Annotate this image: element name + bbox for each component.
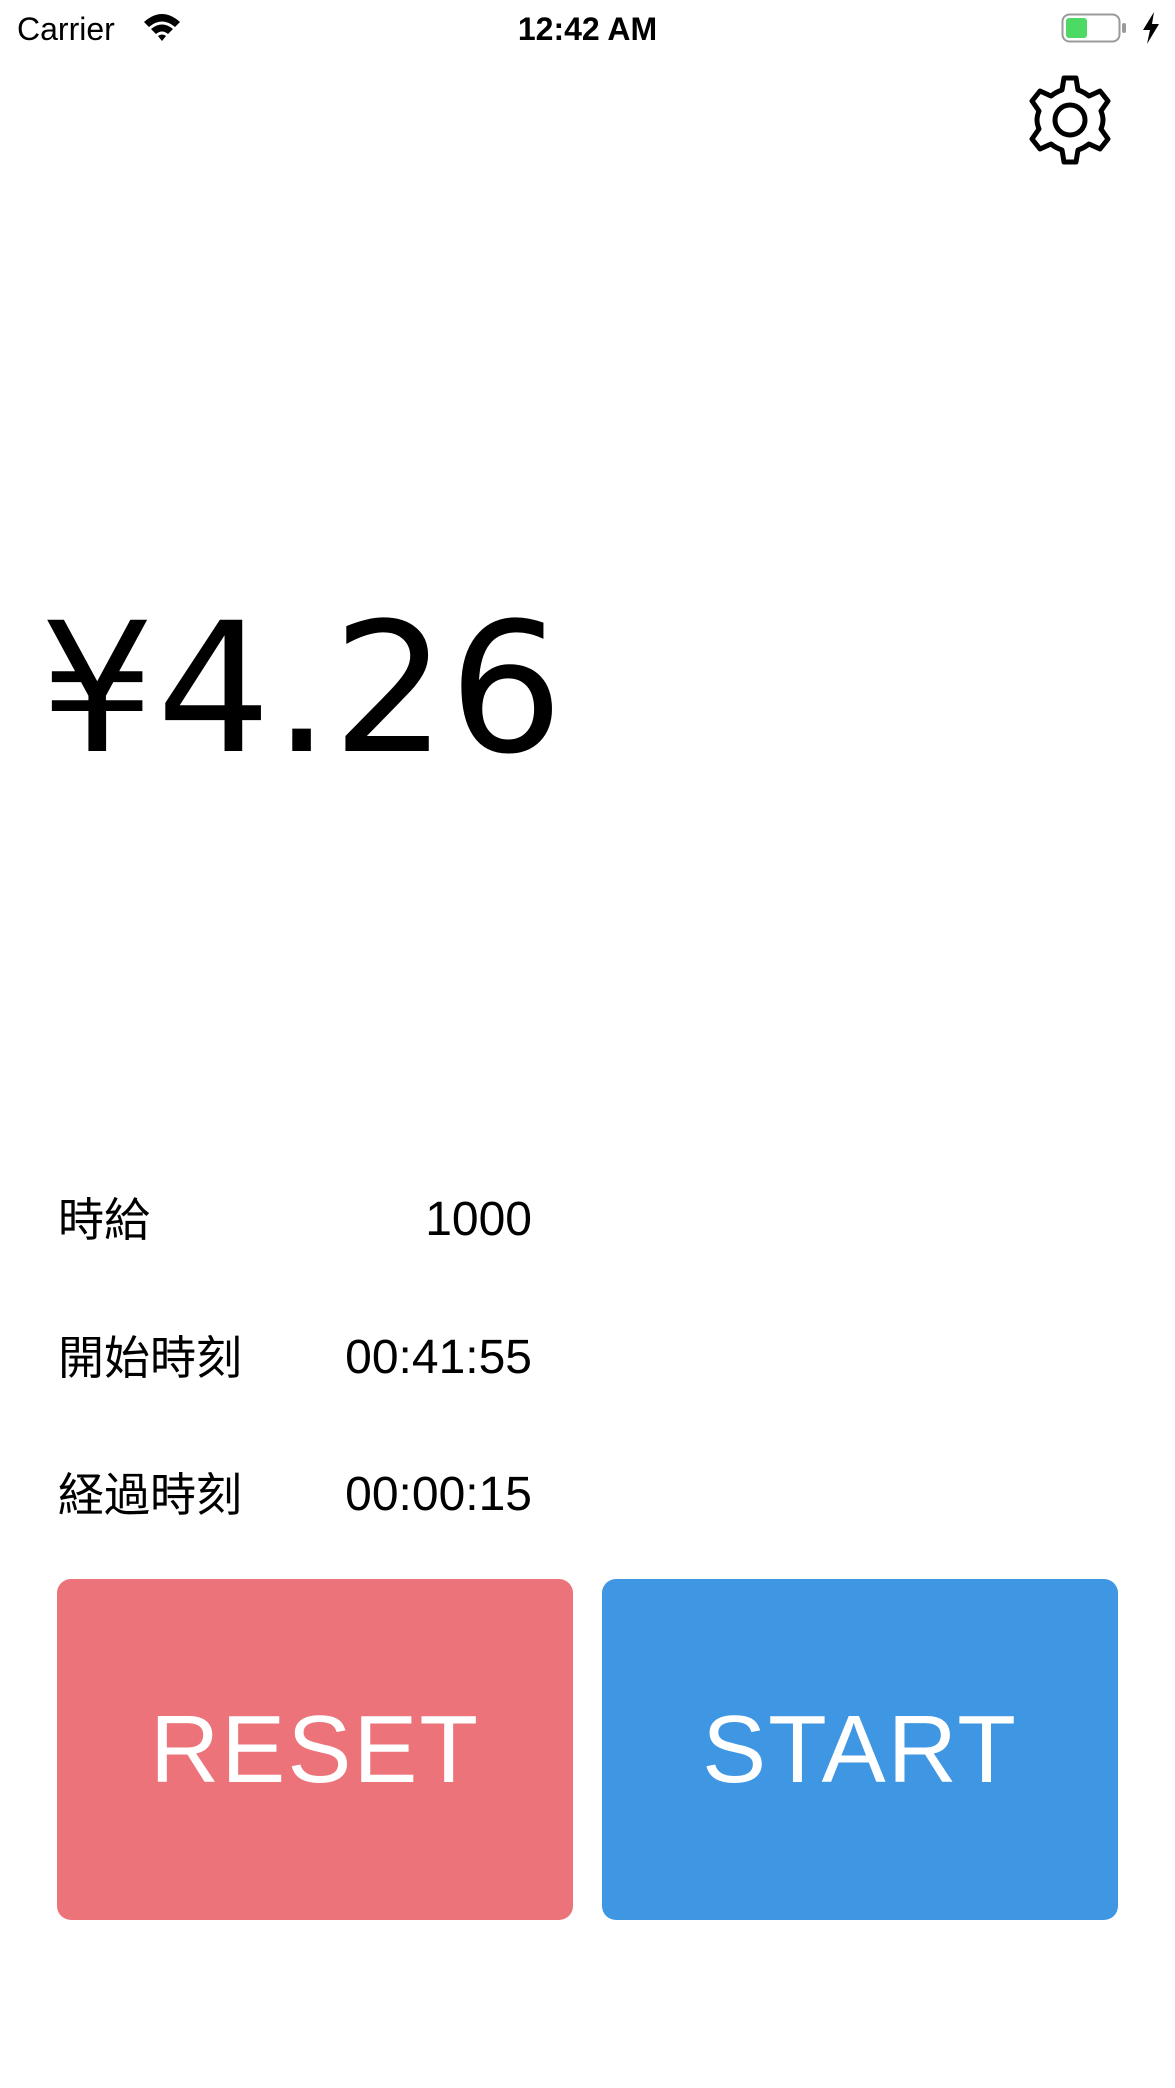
elapsed-time-label: 経過時刻 (58, 1468, 242, 1522)
gear-icon (1029, 75, 1111, 165)
battery-icon (1061, 13, 1126, 43)
start-time-label: 開始時刻 (58, 1331, 242, 1385)
elapsed-time-row: 経過時刻 00:00:15 (58, 1465, 532, 1525)
earnings-amount: ¥4.26 (40, 585, 566, 794)
hourly-wage-label: 時給 (58, 1193, 150, 1247)
hourly-wage-row: 時給 1000 (58, 1190, 532, 1250)
reset-button[interactable]: RESET (57, 1579, 573, 1920)
elapsed-time-value: 00:00:15 (345, 1468, 532, 1521)
start-button[interactable]: START (602, 1579, 1118, 1920)
settings-button[interactable] (1020, 70, 1120, 170)
status-time: 12:42 AM (517, 11, 658, 47)
status-bar: Carrier 12:42 AM (0, 0, 1175, 60)
start-time-value: 00:41:55 (345, 1331, 532, 1384)
start-time-row: 開始時刻 00:41:55 (58, 1328, 532, 1388)
hourly-wage-value: 1000 (425, 1193, 532, 1246)
charging-bolt-icon (1143, 12, 1159, 44)
